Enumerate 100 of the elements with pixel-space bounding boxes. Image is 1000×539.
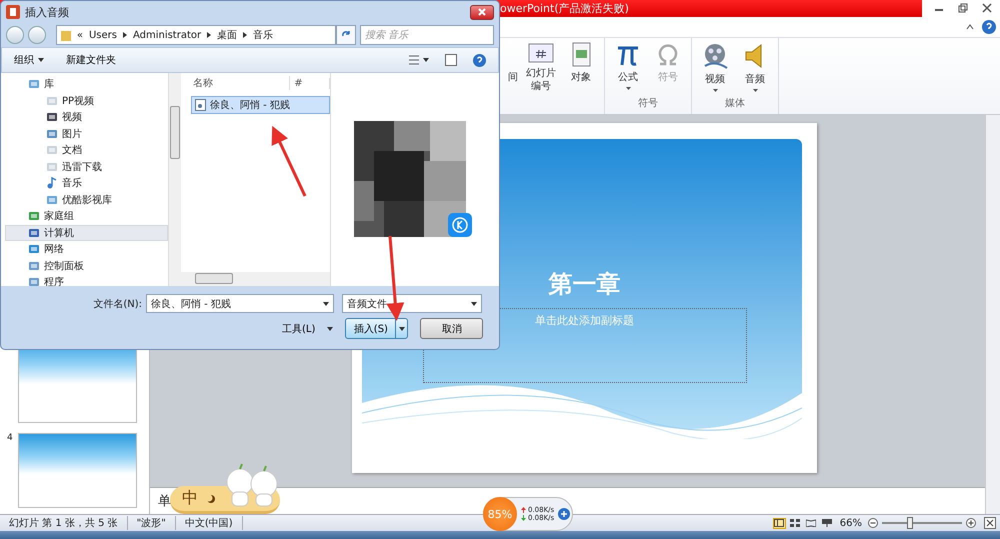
refresh-button[interactable] (336, 25, 356, 45)
collapse-ribbon-icon[interactable] (966, 24, 974, 30)
tree-item-label: 家庭组 (44, 210, 74, 224)
tree-item-label: 库 (44, 78, 54, 92)
preview-pane-icon[interactable] (445, 54, 457, 66)
dropdown-arrow-icon (626, 87, 630, 90)
help-icon[interactable] (982, 20, 996, 34)
zoom-reading: 66% (840, 518, 862, 528)
column-header[interactable]: 名称 (181, 76, 290, 90)
restore-icon[interactable] (958, 3, 968, 13)
column-header[interactable]: # (290, 78, 330, 88)
tree-item[interactable]: 图片 (5, 126, 168, 142)
search-field[interactable]: 搜索 音乐 (360, 25, 494, 45)
chevron-icon (122, 32, 127, 38)
dropdown-arrow-icon (712, 89, 718, 92)
plus-icon[interactable] (558, 508, 570, 520)
caret-icon (327, 326, 334, 330)
caret-icon (398, 326, 405, 330)
status-text: 中文(中国) (176, 516, 243, 530)
status-text: "波形" (128, 516, 176, 530)
view-options-icon[interactable] (409, 55, 429, 65)
tree-item[interactable]: 控制面板 (5, 258, 168, 274)
zoom-in-icon[interactable] (966, 518, 976, 528)
caret-icon (323, 302, 329, 306)
breadcrumb[interactable]: Users (88, 30, 117, 40)
tree-item[interactable]: 迅雷下载 (5, 158, 168, 175)
close-icon[interactable] (982, 3, 992, 13)
tools-button[interactable]: 工具(L) (282, 322, 334, 336)
up-arrow-icon (521, 507, 526, 513)
tree-item[interactable]: 优酷影视库 (5, 192, 168, 208)
tree-item-label: 图片 (62, 128, 82, 141)
tree-item-label: PP视频 (62, 94, 94, 108)
zoom-out-icon[interactable] (868, 518, 878, 528)
k-badge-icon (448, 213, 472, 237)
dialog-button[interactable]: 取消 (420, 318, 484, 339)
fit-window-icon[interactable] (984, 517, 996, 529)
tree-item[interactable]: 库 (5, 76, 168, 92)
object-icon (570, 42, 592, 68)
slide-title: 第一章 (548, 268, 620, 300)
tree-item[interactable]: 视频 (5, 109, 168, 126)
tree-item-label: 优酷影视库 (62, 194, 112, 207)
dropdown-arrow-icon (752, 89, 758, 92)
book-view-icon[interactable] (804, 518, 818, 528)
scroll-thumb[interactable] (170, 106, 180, 159)
slide-thumbnail[interactable] (18, 433, 137, 508)
ribbon-button[interactable]: 音频 (738, 42, 772, 96)
ribbon-button[interactable]: 对象 (564, 42, 598, 96)
file-name: 徐良、阿悄 - 犯贱 (210, 98, 290, 112)
tree-item[interactable]: 音乐 (5, 175, 168, 192)
filename-field[interactable]: 徐良、阿悄 - 犯贱 (146, 294, 334, 313)
breadcrumb[interactable]: 音乐 (253, 28, 274, 42)
audio-file-icon (195, 99, 206, 111)
ribbon-button[interactable]: 幻灯片编号 (524, 42, 558, 96)
ribbon-button[interactable]: 间 (508, 42, 518, 96)
breadcrumb[interactable]: 桌面 (217, 28, 238, 42)
zoom-thumb[interactable] (907, 517, 913, 529)
tree-item[interactable]: 计算机 (5, 224, 168, 241)
close-icon (478, 8, 486, 16)
tree-item-label: 计算机 (44, 226, 74, 240)
file-row[interactable]: 徐良、阿悄 - 犯贱 (191, 96, 330, 114)
toolbar-button[interactable]: 组织 (14, 53, 44, 67)
normal-view-icon[interactable] (772, 518, 786, 528)
ime-mode: 中 (182, 488, 198, 509)
ribbon-button[interactable]: 公式 (611, 42, 645, 96)
close-button[interactable] (470, 4, 494, 20)
scroll-thumb[interactable] (195, 273, 233, 284)
caret-icon (471, 302, 477, 306)
status-text: 幻灯片 第 1 张，共 5 张 (0, 516, 128, 530)
help-icon[interactable] (473, 54, 486, 66)
slide-number: 4 (7, 433, 13, 443)
filename-label: 文件名(N): (92, 298, 142, 310)
arrow (272, 126, 306, 197)
notes-text: 单 (158, 493, 171, 510)
memory-percent: 85% (483, 497, 517, 531)
app-icon (6, 5, 20, 19)
tree-item-label: 控制面板 (44, 260, 84, 273)
tree-item-label: 网络 (44, 243, 64, 256)
tree-item[interactable]: 文档 (5, 142, 168, 158)
folder-icon (60, 29, 71, 41)
projector-view-icon[interactable] (820, 518, 834, 528)
tree-item-label: 音乐 (62, 176, 82, 190)
file-type-dropdown[interactable]: 音频文件 (342, 294, 482, 313)
grid-view-icon[interactable] (788, 518, 802, 528)
tree-item[interactable]: 家庭组 (5, 208, 168, 224)
down-arrow-icon (521, 515, 526, 521)
toolbar-button[interactable]: 新建文件夹 (66, 53, 116, 67)
sticker-drawing (224, 462, 280, 508)
breadcrumb[interactable]: Administrator (132, 30, 202, 40)
group-label: 符号 (637, 97, 659, 111)
tree-item[interactable]: PP视频 (5, 92, 168, 109)
window-title: owerPoint(产品激活失败) (500, 1, 629, 16)
ribbon-button[interactable]: 视频 (698, 42, 732, 96)
chevron-icon (207, 32, 212, 38)
insert-split-button[interactable]: 插入(S) (345, 318, 408, 339)
slide-number-icon (528, 42, 554, 64)
tree-item[interactable]: 网络 (5, 241, 168, 258)
address-bar[interactable]: « Users Administrator 桌面 音乐 (56, 25, 336, 45)
placeholder-text: 单击此处添加副标题 (535, 313, 634, 329)
group-label: 媒体 (724, 97, 746, 111)
tree-item-label: 迅雷下载 (62, 160, 102, 174)
